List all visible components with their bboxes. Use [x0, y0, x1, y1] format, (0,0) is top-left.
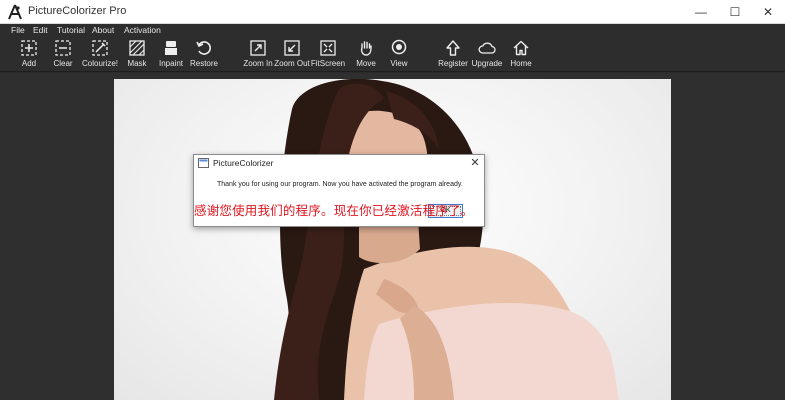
cloud-upgrade-icon — [478, 42, 496, 54]
menu-edit[interactable]: Edit — [33, 25, 48, 35]
fit-screen-button[interactable]: FitScreen — [311, 37, 345, 72]
upgrade-button[interactable]: Upgrade — [470, 37, 504, 72]
overlay-caption: 感谢您使用我们的程序。现在你已经激活程序了。 — [194, 203, 474, 218]
app-logo-icon — [8, 4, 22, 20]
hand-icon — [360, 41, 372, 56]
dialog-titlebar: PictureColorizer ✕ — [194, 155, 484, 172]
window-titlebar: PictureColorizer Pro — ☐ ✕ — [0, 0, 785, 24]
colourize-button[interactable]: Colourize! — [80, 37, 120, 72]
clear-button[interactable]: Clear — [48, 37, 78, 72]
window-title: PictureColorizer Pro — [28, 5, 127, 17]
restore-button[interactable]: Restore — [188, 37, 220, 72]
home-button[interactable]: Home — [506, 37, 536, 72]
view-button[interactable]: View — [386, 37, 412, 72]
view-icon — [391, 39, 407, 55]
add-button[interactable]: Add — [14, 37, 44, 72]
inpaint-icon — [165, 41, 177, 55]
register-icon — [446, 40, 460, 56]
close-window-button[interactable]: ✕ — [751, 0, 785, 24]
toolbar: Add Clear Colourize! Mask Inpaint Restor… — [0, 37, 785, 72]
dialog-close-button[interactable]: ✕ — [468, 156, 482, 170]
register-button[interactable]: Register — [437, 37, 469, 72]
minimize-button[interactable]: — — [684, 0, 718, 24]
add-icon — [21, 40, 37, 56]
mask-button[interactable]: Mask — [122, 37, 152, 72]
clear-icon — [55, 40, 71, 56]
menu-file[interactable]: File — [11, 25, 25, 35]
dialog-title: PictureColorizer — [213, 158, 274, 168]
restore-icon — [196, 41, 211, 55]
image-canvas[interactable] — [0, 73, 785, 400]
move-button[interactable]: Move — [352, 37, 380, 72]
home-icon — [513, 40, 529, 56]
dialog-message: Thank you for using our program. Now you… — [217, 181, 463, 188]
maximize-button[interactable]: ☐ — [718, 0, 752, 24]
colourize-icon — [92, 40, 108, 56]
dialog-window-icon — [198, 158, 209, 168]
menu-activation[interactable]: Activation — [124, 25, 161, 35]
menu-tutorial[interactable]: Tutorial — [57, 25, 85, 35]
menu-bar: File Edit Tutorial About Activation — [0, 24, 785, 37]
mask-icon — [129, 40, 145, 56]
zoom-out-button[interactable]: Zoom Out — [274, 37, 310, 72]
zoom-in-icon — [250, 40, 266, 56]
inpaint-button[interactable]: Inpaint — [155, 37, 187, 72]
fit-screen-icon — [320, 40, 336, 56]
menu-about[interactable]: About — [92, 25, 114, 35]
zoom-in-button[interactable]: Zoom In — [243, 37, 273, 72]
portrait-illustration — [274, 79, 619, 400]
zoom-out-icon — [284, 40, 300, 56]
loaded-photo — [114, 79, 671, 400]
